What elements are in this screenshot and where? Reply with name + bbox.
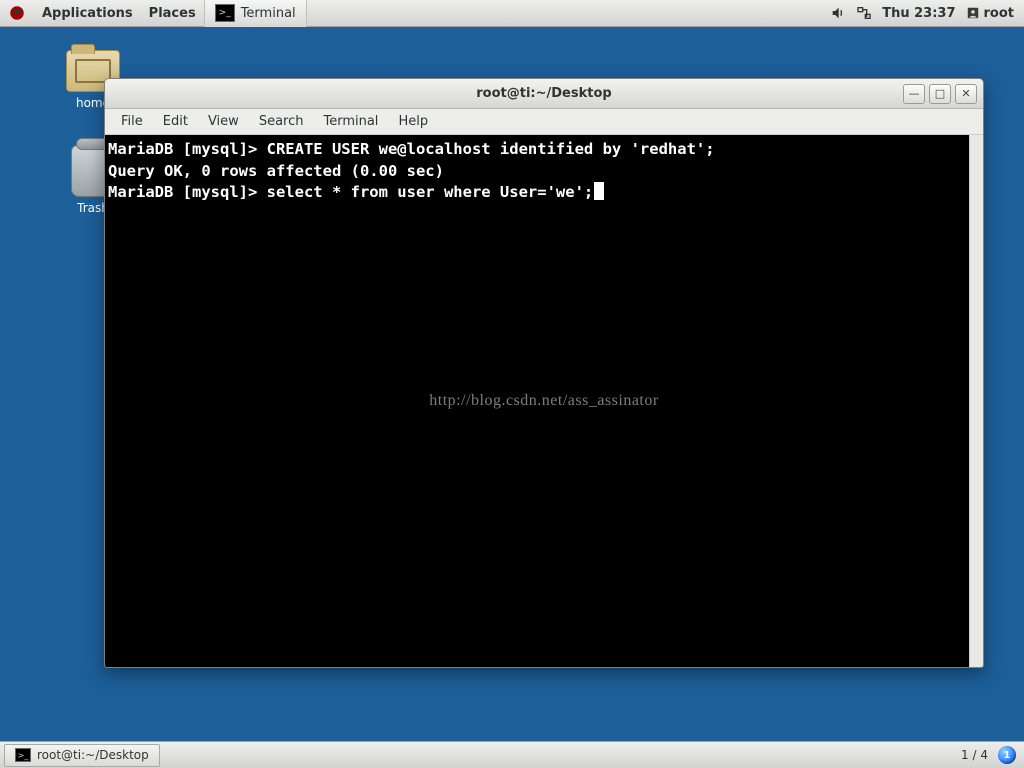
- menu-file[interactable]: File: [113, 112, 151, 131]
- terminal-icon: >_: [215, 4, 235, 22]
- terminal-window: root@ti:~/Desktop — □ ✕ File Edit View S…: [104, 78, 984, 668]
- top-panel: Applications Places >_ Terminal Thu 23:3…: [0, 0, 1024, 27]
- taskbar-item-label: root@ti:~/Desktop: [37, 748, 149, 762]
- bottom-panel: >_ root@ti:~/Desktop 1 / 4 1: [0, 741, 1024, 768]
- window-controls: — □ ✕: [903, 84, 977, 104]
- menu-view[interactable]: View: [200, 112, 247, 131]
- menu-terminal[interactable]: Terminal: [315, 112, 386, 131]
- clock[interactable]: Thu 23:37: [882, 6, 955, 21]
- terminal-line: MariaDB [mysql]> CREATE USER we@localhos…: [108, 139, 980, 161]
- terminal-output[interactable]: MariaDB [mysql]> CREATE USER we@localhos…: [105, 135, 983, 667]
- minimize-button[interactable]: —: [903, 84, 925, 104]
- scrollbar[interactable]: [969, 135, 983, 667]
- window-title: root@ti:~/Desktop: [105, 86, 983, 101]
- user-label: root: [984, 6, 1015, 21]
- titlebar[interactable]: root@ti:~/Desktop — □ ✕: [105, 79, 983, 109]
- cursor-icon: [594, 182, 604, 200]
- workspace-pager-label: 1 / 4: [961, 748, 988, 762]
- applications-menu[interactable]: Applications: [34, 6, 141, 21]
- network-icon[interactable]: [856, 5, 872, 21]
- close-button[interactable]: ✕: [955, 84, 977, 104]
- terminal-launcher[interactable]: >_ Terminal: [204, 0, 307, 27]
- taskbar-item-terminal[interactable]: >_ root@ti:~/Desktop: [4, 744, 160, 767]
- menu-help[interactable]: Help: [390, 112, 436, 131]
- terminal-icon: >_: [15, 748, 31, 762]
- menu-search[interactable]: Search: [251, 112, 312, 131]
- system-tray: Thu 23:37 root: [830, 5, 1024, 21]
- menubar: File Edit View Search Terminal Help: [105, 109, 983, 135]
- distro-logo-icon: [6, 2, 28, 24]
- maximize-button[interactable]: □: [929, 84, 951, 104]
- volume-icon[interactable]: [830, 5, 846, 21]
- workspace-indicator[interactable]: 1: [998, 746, 1016, 764]
- launcher-label: Terminal: [241, 6, 296, 21]
- user-icon: [966, 6, 980, 20]
- menu-edit[interactable]: Edit: [155, 112, 196, 131]
- watermark-text: http://blog.csdn.net/ass_assinator: [105, 390, 983, 412]
- terminal-line: MariaDB [mysql]> select * from user wher…: [108, 182, 980, 204]
- places-menu[interactable]: Places: [141, 6, 204, 21]
- terminal-line: Query OK, 0 rows affected (0.00 sec): [108, 161, 980, 183]
- user-menu[interactable]: root: [966, 6, 1015, 21]
